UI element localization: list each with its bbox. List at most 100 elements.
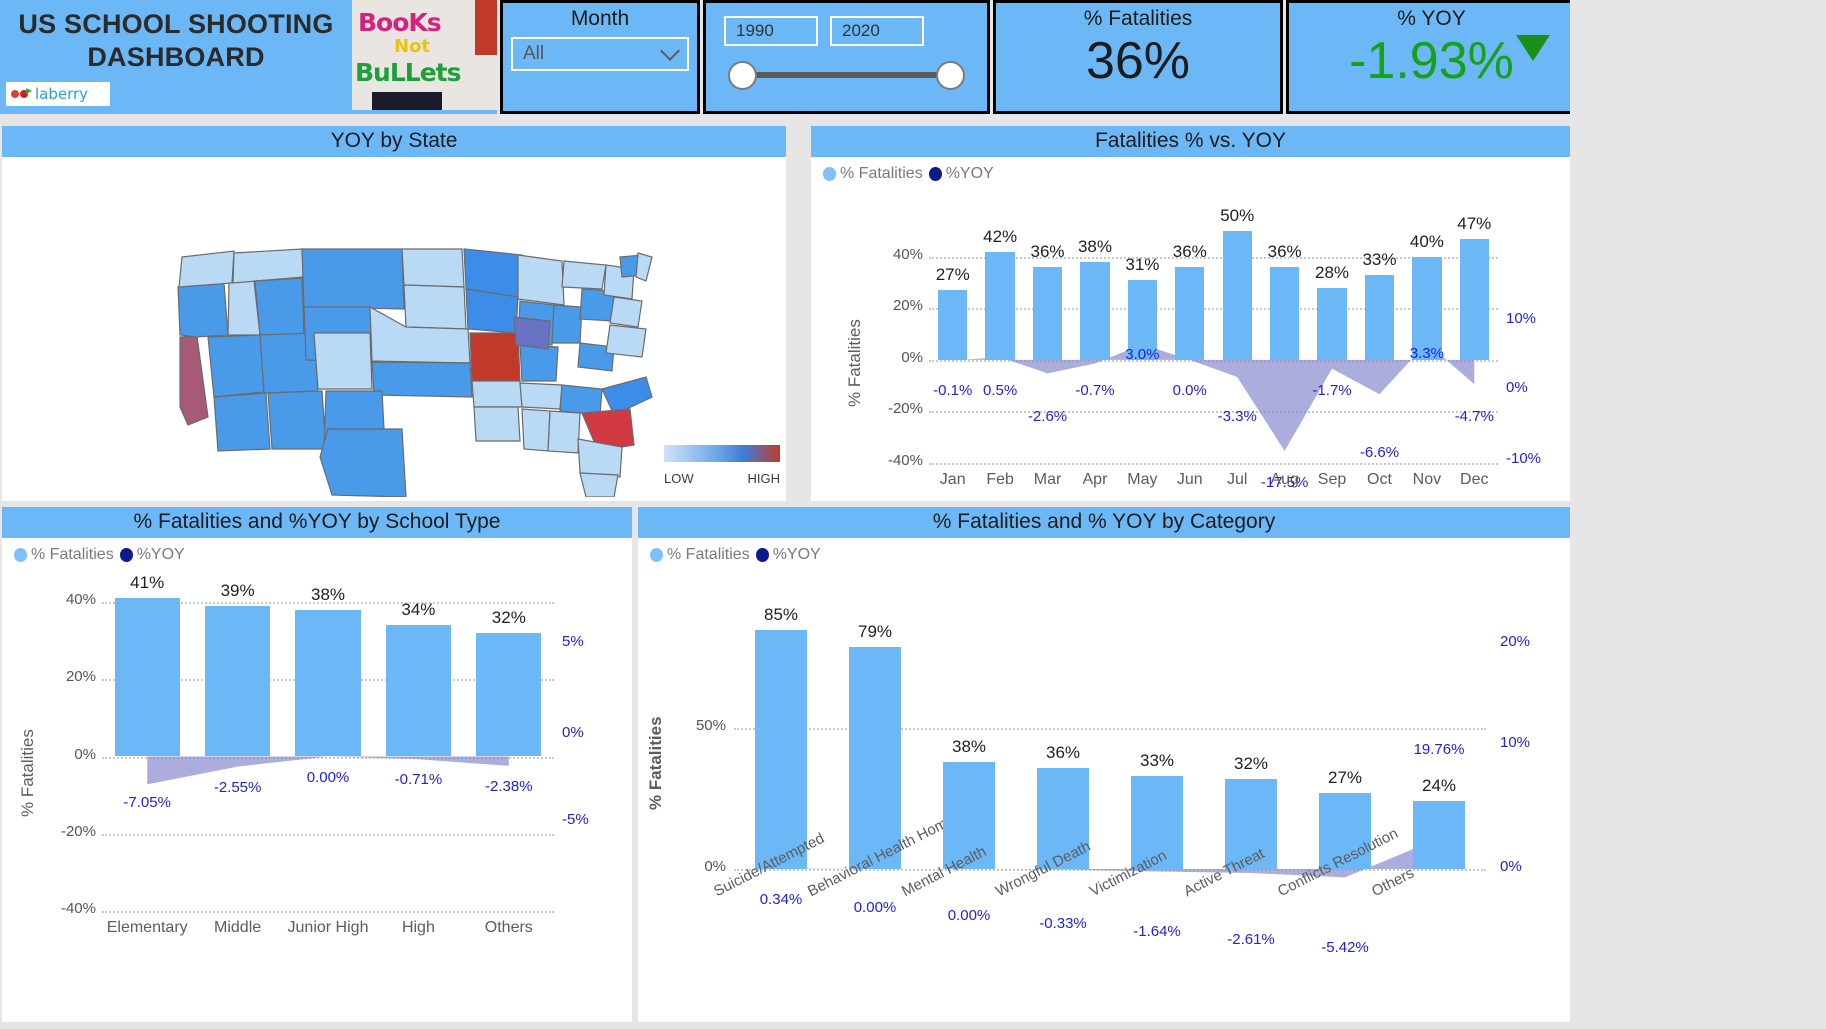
state-north-dakota[interactable] (401, 248, 465, 288)
bar[interactable] (476, 632, 542, 757)
bar[interactable] (1080, 261, 1110, 360)
y-axis-title: % Fatalities (646, 715, 665, 810)
year-range-slider[interactable] (728, 58, 965, 92)
state-virginia[interactable] (605, 324, 647, 358)
x-axis-tick: Others (484, 919, 533, 936)
bar[interactable] (848, 646, 902, 869)
page-title: US SCHOOL SHOOTING DASHBOARD (18, 9, 334, 72)
state-louisiana[interactable] (473, 406, 521, 442)
monthly-chart-plot[interactable]: 40% 20% 0% -20% -40% 10% 0% -10% 27% -0.1% Jan 42%… (811, 183, 1570, 505)
state-california[interactable] (179, 335, 209, 426)
state-indiana[interactable] (551, 304, 583, 344)
bar-value-label: 24% (1421, 776, 1457, 796)
bar[interactable] (114, 598, 180, 757)
map-card: YOY by State LOW HIGH (2, 126, 786, 670)
month-dropdown[interactable]: All (511, 37, 689, 71)
state-kansas[interactable] (371, 361, 473, 398)
legend-fatalities-label: % Fatalities (667, 546, 750, 563)
state-iowa[interactable] (465, 288, 519, 334)
logo-text: laberry (35, 85, 89, 103)
state-maine[interactable] (635, 252, 653, 282)
legend-fatalities-dot-icon (823, 167, 836, 181)
yoy-value-label: -7.05% (123, 794, 171, 812)
category-chart-title: % Fatalities and % YOY by Category (638, 507, 1570, 538)
map-gradient-bar (664, 445, 780, 462)
state-florida[interactable] (579, 472, 619, 498)
year-min-field[interactable]: 1990 (724, 16, 818, 46)
state-tennessee[interactable] (519, 382, 563, 410)
state-michigan-lower[interactable] (561, 260, 607, 290)
state-alabama[interactable] (547, 410, 581, 454)
bar-value-label: 40% (1409, 231, 1444, 251)
bottom-strip (0, 1022, 1826, 1029)
state-mississippi[interactable] (521, 408, 551, 452)
bar-value-label: 85% (763, 604, 799, 624)
state-wisconsin[interactable] (517, 254, 565, 306)
monthly-chart-title: Fatalities % vs. YOY (811, 126, 1570, 157)
yoy-value-label: -1.7% (1312, 381, 1352, 399)
state-pennsylvania[interactable] (609, 296, 643, 328)
state-washington[interactable] (178, 250, 235, 288)
kpi-card-fatalities: % Fatalities 36% (993, 0, 1283, 114)
state-indiana-hl[interactable] (513, 316, 551, 350)
map-legend: LOW HIGH (664, 445, 780, 486)
state-montana[interactable] (301, 248, 405, 310)
state-texas[interactable] (319, 428, 407, 498)
year-max-field[interactable]: 2020 (830, 16, 924, 46)
y-axis-title: % Fatalities (18, 728, 37, 817)
state-arizona[interactable] (213, 392, 271, 452)
bar[interactable] (295, 609, 361, 757)
month-slicer-panel: Month All (500, 0, 700, 114)
legend-yoy-label: %YOY (945, 165, 994, 182)
state-nevada[interactable] (207, 334, 265, 398)
bar[interactable] (754, 629, 808, 869)
state-missouri[interactable] (469, 332, 521, 382)
title-panel: US SCHOOL SHOOTING DASHBOARD laberry Boo… (0, 0, 497, 114)
school-type-chart-title: % Fatalities and %YOY by School Type (2, 507, 632, 538)
bar[interactable] (1412, 801, 1466, 869)
category-chart-card: % Fatalities and % YOY by Category % Fat… (638, 507, 1570, 1027)
school-type-chart-plot[interactable]: 40% 20% 0% -20% -40% 5% 0% -5% 41% -7.05% Element… (2, 564, 632, 1019)
state-kentucky[interactable] (519, 344, 559, 382)
legend-fatalities-label: % Fatalities (840, 165, 923, 182)
bar[interactable] (985, 251, 1015, 360)
category-chart-plot[interactable]: 50% 0% 20% 10% 0% 85% 0.34% Suicide/Attempted 7… (638, 564, 1570, 1019)
bar[interactable] (205, 605, 271, 757)
monthly-chart-card: Fatalities % vs. YOY % Fatalities %YOY 4… (811, 126, 1570, 501)
state-oregon[interactable] (177, 282, 229, 338)
state-arkansas[interactable] (471, 380, 523, 408)
state-idaho-n[interactable] (232, 248, 305, 284)
map-legend-low: LOW (664, 471, 694, 486)
state-north-carolina-w[interactable] (559, 384, 603, 416)
bar[interactable] (938, 290, 968, 360)
bar[interactable] (1032, 267, 1063, 360)
yoy-value-label: -2.6% (1027, 407, 1068, 425)
yoy-value-label: 19.76% (1413, 741, 1465, 759)
legend-yoy-label: %YOY (772, 546, 821, 563)
bar[interactable] (1175, 267, 1205, 360)
bar-value-label: 38% (1077, 236, 1112, 256)
yoy-value-label: 0.0% (1172, 381, 1207, 399)
bar-value-label: 36% (1267, 242, 1302, 262)
slider-handle-min[interactable] (728, 61, 757, 90)
legend-yoy-dot-icon (928, 167, 942, 181)
bar[interactable] (385, 625, 451, 757)
yoy-value-label: 0.00% (947, 907, 991, 924)
us-choropleth-map[interactable]: LOW HIGH (2, 157, 786, 670)
state-colorado[interactable] (313, 332, 373, 390)
slider-handle-max[interactable] (936, 61, 965, 90)
right-empty-area (1570, 0, 1826, 1029)
state-new-mexico[interactable] (267, 390, 327, 450)
bar[interactable] (1317, 287, 1347, 360)
bar-value-label: 47% (1457, 213, 1492, 233)
state-nevada-n[interactable] (254, 277, 305, 336)
map-title: YOY by State (2, 126, 786, 157)
yoy-value-label: 0.00% (306, 768, 350, 786)
bar[interactable] (1459, 238, 1489, 360)
kpi-fatalities-value: 36% (1085, 32, 1191, 90)
bar-value-label: 41% (130, 573, 165, 593)
state-south-dakota[interactable] (403, 284, 467, 330)
yoy-value-label: -2.55% (213, 778, 262, 796)
yoy-value-label: -0.7% (1075, 381, 1115, 399)
yoy-value-label: -0.71% (394, 771, 443, 789)
